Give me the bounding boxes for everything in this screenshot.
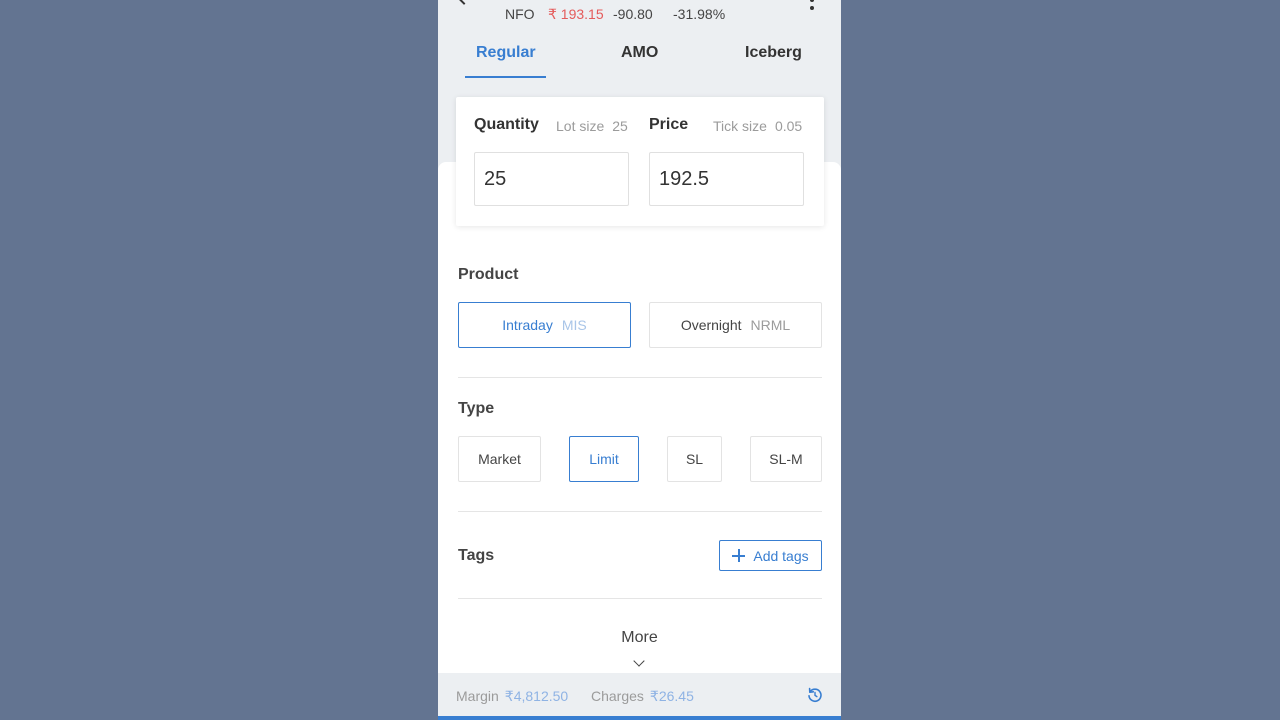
- plus-icon: [732, 549, 746, 562]
- lot-size-label: Lot size: [556, 118, 605, 134]
- charges-value: ₹26.45: [649, 688, 694, 704]
- product-intraday-button[interactable]: Intraday MIS: [458, 302, 631, 348]
- refresh-icon[interactable]: [807, 687, 823, 703]
- exchange-label: NFO: [505, 6, 535, 22]
- tick-size-value: 0.05: [774, 118, 803, 134]
- price-input[interactable]: [649, 152, 804, 206]
- add-tags-button[interactable]: Add tags: [719, 540, 822, 571]
- quantity-price-card: Quantity Lot size 25 Price Tick size 0.05: [456, 97, 824, 226]
- more-options-toggle[interactable]: More: [438, 629, 841, 647]
- tab-amo[interactable]: AMO: [621, 44, 658, 62]
- divider: [458, 377, 822, 378]
- margin-footer: Margin ₹4,812.50 Charges ₹26.45: [438, 673, 841, 720]
- more-options-icon[interactable]: [809, 0, 815, 12]
- overnight-label: Overnight: [680, 317, 742, 333]
- back-arrow-icon[interactable]: [454, 0, 474, 5]
- type-slm-button[interactable]: SL-M: [750, 436, 822, 482]
- tab-regular[interactable]: Regular: [476, 44, 536, 62]
- lot-size-value: 25: [612, 118, 628, 134]
- lot-size-info: Lot size 25: [556, 118, 628, 134]
- active-tab-indicator: [465, 76, 546, 78]
- tick-size-label: Tick size: [713, 118, 767, 134]
- margin-value: ₹4,812.50: [504, 688, 569, 704]
- quantity-label: Quantity: [474, 116, 539, 133]
- bottom-accent-bar: [438, 716, 841, 720]
- charges-label: Charges: [591, 688, 644, 704]
- intraday-code: MIS: [561, 317, 587, 333]
- type-market-button[interactable]: Market: [458, 436, 541, 482]
- intraday-label: Intraday: [502, 317, 553, 333]
- margin-info: Margin ₹4,812.50: [456, 688, 568, 705]
- divider: [458, 598, 822, 599]
- type-label: Type: [458, 400, 495, 417]
- order-window: NFO ₹ 193.15 -90.80 -31.98% Regular AMO …: [438, 0, 841, 720]
- charges-info: Charges ₹26.45: [591, 688, 694, 705]
- last-price: ₹ 193.15: [548, 6, 604, 22]
- product-overnight-button[interactable]: Overnight NRML: [649, 302, 822, 348]
- quantity-input[interactable]: [474, 152, 629, 206]
- margin-label: Margin: [456, 688, 499, 704]
- tab-iceberg[interactable]: Iceberg: [745, 44, 802, 62]
- type-sl-button[interactable]: SL: [667, 436, 722, 482]
- price-change-percent: -31.98%: [673, 6, 726, 22]
- product-label: Product: [458, 266, 519, 283]
- type-limit-button[interactable]: Limit: [569, 436, 639, 482]
- tick-size-info: Tick size 0.05: [713, 118, 802, 134]
- overnight-code: NRML: [750, 317, 791, 333]
- price-change: -90.80: [613, 6, 653, 22]
- price-label: Price: [649, 116, 689, 133]
- divider: [458, 511, 822, 512]
- tags-label: Tags: [458, 547, 495, 564]
- add-tags-label: Add tags: [753, 547, 809, 564]
